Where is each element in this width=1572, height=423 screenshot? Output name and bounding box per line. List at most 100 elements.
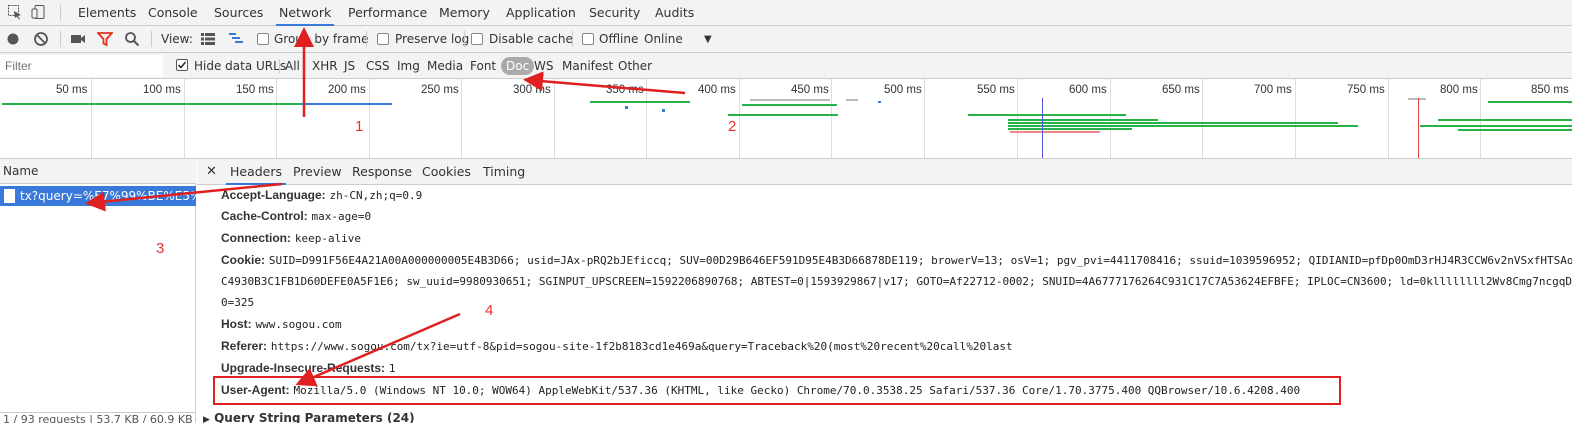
tab-headers[interactable]: Headers bbox=[226, 159, 287, 185]
filter-type-img[interactable]: Img bbox=[394, 57, 423, 75]
record-icon[interactable] bbox=[6, 31, 22, 47]
tab-sources[interactable]: Sources bbox=[213, 0, 264, 26]
toolbar-divider bbox=[464, 31, 465, 47]
tab-elements[interactable]: Elements bbox=[77, 0, 137, 26]
timing-bar bbox=[968, 114, 1126, 116]
large-rows-icon[interactable] bbox=[200, 32, 216, 48]
timing-bar bbox=[1438, 119, 1572, 121]
devtools-tab-bar: Elements Console Sources Network Perform… bbox=[0, 0, 1572, 26]
tab-response[interactable]: Response bbox=[352, 159, 412, 185]
offline-checkbox[interactable] bbox=[582, 33, 594, 45]
grid-line bbox=[646, 79, 647, 158]
hide-data-urls-label: Hide data URLs bbox=[194, 59, 287, 73]
query-string-section[interactable]: ▶ Query String Parameters (24) bbox=[203, 410, 415, 423]
toolbar-divider bbox=[151, 31, 152, 47]
filter-type-xhr[interactable]: XHR bbox=[309, 57, 341, 75]
disable-cache-checkbox[interactable] bbox=[471, 33, 483, 45]
header-cookie: Cookie: SUID=D991F56E4A21A00A000000005E4… bbox=[221, 250, 1572, 270]
filter-type-ws[interactable]: WS bbox=[531, 57, 556, 75]
tab-application[interactable]: Application bbox=[505, 0, 577, 26]
filter-type-font[interactable]: Font bbox=[467, 57, 499, 75]
waterfall-overview-icon[interactable] bbox=[228, 32, 244, 48]
preserve-log-label: Preserve log bbox=[395, 32, 470, 46]
tab-security[interactable]: Security bbox=[588, 0, 641, 26]
filter-type-all[interactable]: All bbox=[282, 57, 303, 75]
timing-bar bbox=[846, 99, 858, 101]
request-detail-pane: ✕ Headers Preview Response Cookies Timin… bbox=[197, 159, 1572, 423]
timing-bar bbox=[728, 114, 838, 116]
time-label: 550 ms bbox=[977, 84, 1015, 96]
annotation-number: 1 bbox=[355, 118, 364, 135]
screenshot-icon[interactable] bbox=[70, 31, 86, 47]
triangle-right-icon: ▶ bbox=[203, 415, 210, 423]
preserve-log-checkbox[interactable] bbox=[377, 33, 389, 45]
throttling-select[interactable]: Online bbox=[644, 26, 683, 53]
name-column-header[interactable]: Name bbox=[0, 159, 196, 184]
header-connection: Connection: keep-alive bbox=[221, 228, 361, 248]
grid-line bbox=[739, 79, 740, 158]
timing-bar bbox=[1458, 129, 1572, 131]
time-label: 850 ms bbox=[1531, 84, 1569, 96]
request-row-selected[interactable]: tx?query=%E7%99%BE%E5%BA... bbox=[0, 186, 196, 206]
hide-data-urls-checkbox[interactable] bbox=[176, 59, 188, 71]
toolbar-divider bbox=[366, 31, 367, 47]
tab-network[interactable]: Network bbox=[276, 0, 335, 26]
chevron-down-icon[interactable]: ▼ bbox=[704, 26, 712, 53]
network-toolbar: View: Group by frame Preserve log Disabl… bbox=[0, 26, 1572, 53]
grid-line bbox=[369, 79, 370, 158]
filter-type-js[interactable]: JS bbox=[341, 57, 358, 75]
group-by-frame-checkbox[interactable] bbox=[257, 33, 269, 45]
time-label: 800 ms bbox=[1440, 84, 1478, 96]
view-label: View: bbox=[161, 32, 193, 46]
timing-bar bbox=[1420, 125, 1572, 127]
timing-bar bbox=[2, 103, 302, 105]
grid-line bbox=[1295, 79, 1296, 158]
tab-console[interactable]: Console bbox=[147, 0, 199, 26]
filter-input[interactable] bbox=[0, 55, 163, 77]
time-label: 150 ms bbox=[236, 84, 274, 96]
tab-memory[interactable]: Memory bbox=[438, 0, 491, 26]
search-icon[interactable] bbox=[124, 31, 140, 47]
header-upgrade-insecure-requests: Upgrade-Insecure-Requests: 1 bbox=[221, 358, 396, 378]
time-label: 600 ms bbox=[1069, 84, 1107, 96]
filter-type-media[interactable]: Media bbox=[424, 57, 466, 75]
device-toolbar-icon[interactable] bbox=[31, 4, 47, 20]
load-event-marker bbox=[1418, 98, 1419, 158]
time-label: 700 ms bbox=[1254, 84, 1292, 96]
header-key: Connection: bbox=[221, 231, 291, 245]
timing-bar bbox=[302, 103, 392, 105]
clear-icon[interactable] bbox=[33, 31, 49, 47]
header-value: SUID=D991F56E4A21A00A000000005E4B3D66; u… bbox=[268, 254, 1572, 267]
filter-type-manifest[interactable]: Manifest bbox=[559, 57, 616, 75]
status-bar: 1 / 93 requests | 53.7 KB / 60.9 KB bbox=[0, 412, 196, 423]
toolbar-divider bbox=[572, 31, 573, 47]
group-by-frame-label: Group by frame bbox=[274, 32, 369, 46]
filter-icon[interactable] bbox=[95, 31, 115, 47]
timing-bar bbox=[1008, 128, 1132, 130]
timing-bar bbox=[662, 109, 665, 112]
grid-line bbox=[554, 79, 555, 158]
close-icon[interactable]: ✕ bbox=[206, 159, 217, 185]
time-label: 250 ms bbox=[421, 84, 459, 96]
filter-type-other[interactable]: Other bbox=[615, 57, 655, 75]
grid-line bbox=[924, 79, 925, 158]
filter-type-css[interactable]: CSS bbox=[363, 57, 393, 75]
tab-cookies[interactable]: Cookies bbox=[422, 159, 471, 185]
offline-label: Offline bbox=[599, 32, 639, 46]
time-label: 650 ms bbox=[1162, 84, 1200, 96]
timing-bar bbox=[1488, 101, 1572, 103]
header-value: www.sogou.com bbox=[255, 318, 342, 331]
tab-audits[interactable]: Audits bbox=[654, 0, 695, 26]
tab-timing[interactable]: Timing bbox=[483, 159, 525, 185]
header-key: Upgrade-Insecure-Requests: bbox=[221, 361, 386, 375]
time-label: 500 ms bbox=[884, 84, 922, 96]
filter-type-doc[interactable]: Doc bbox=[501, 57, 535, 75]
header-value: zh-CN,zh;q=0.9 bbox=[329, 189, 423, 202]
timing-bar bbox=[1008, 122, 1338, 124]
grid-line bbox=[461, 79, 462, 158]
timeline-overview[interactable]: 50 ms 100 ms 150 ms 200 ms 250 ms 300 ms… bbox=[0, 79, 1572, 159]
tab-performance[interactable]: Performance bbox=[347, 0, 428, 26]
tab-preview[interactable]: Preview bbox=[293, 159, 342, 185]
header-accept-language: Accept-Language: zh-CN,zh;q=0.9 bbox=[221, 185, 422, 205]
inspect-element-icon[interactable] bbox=[7, 4, 23, 20]
